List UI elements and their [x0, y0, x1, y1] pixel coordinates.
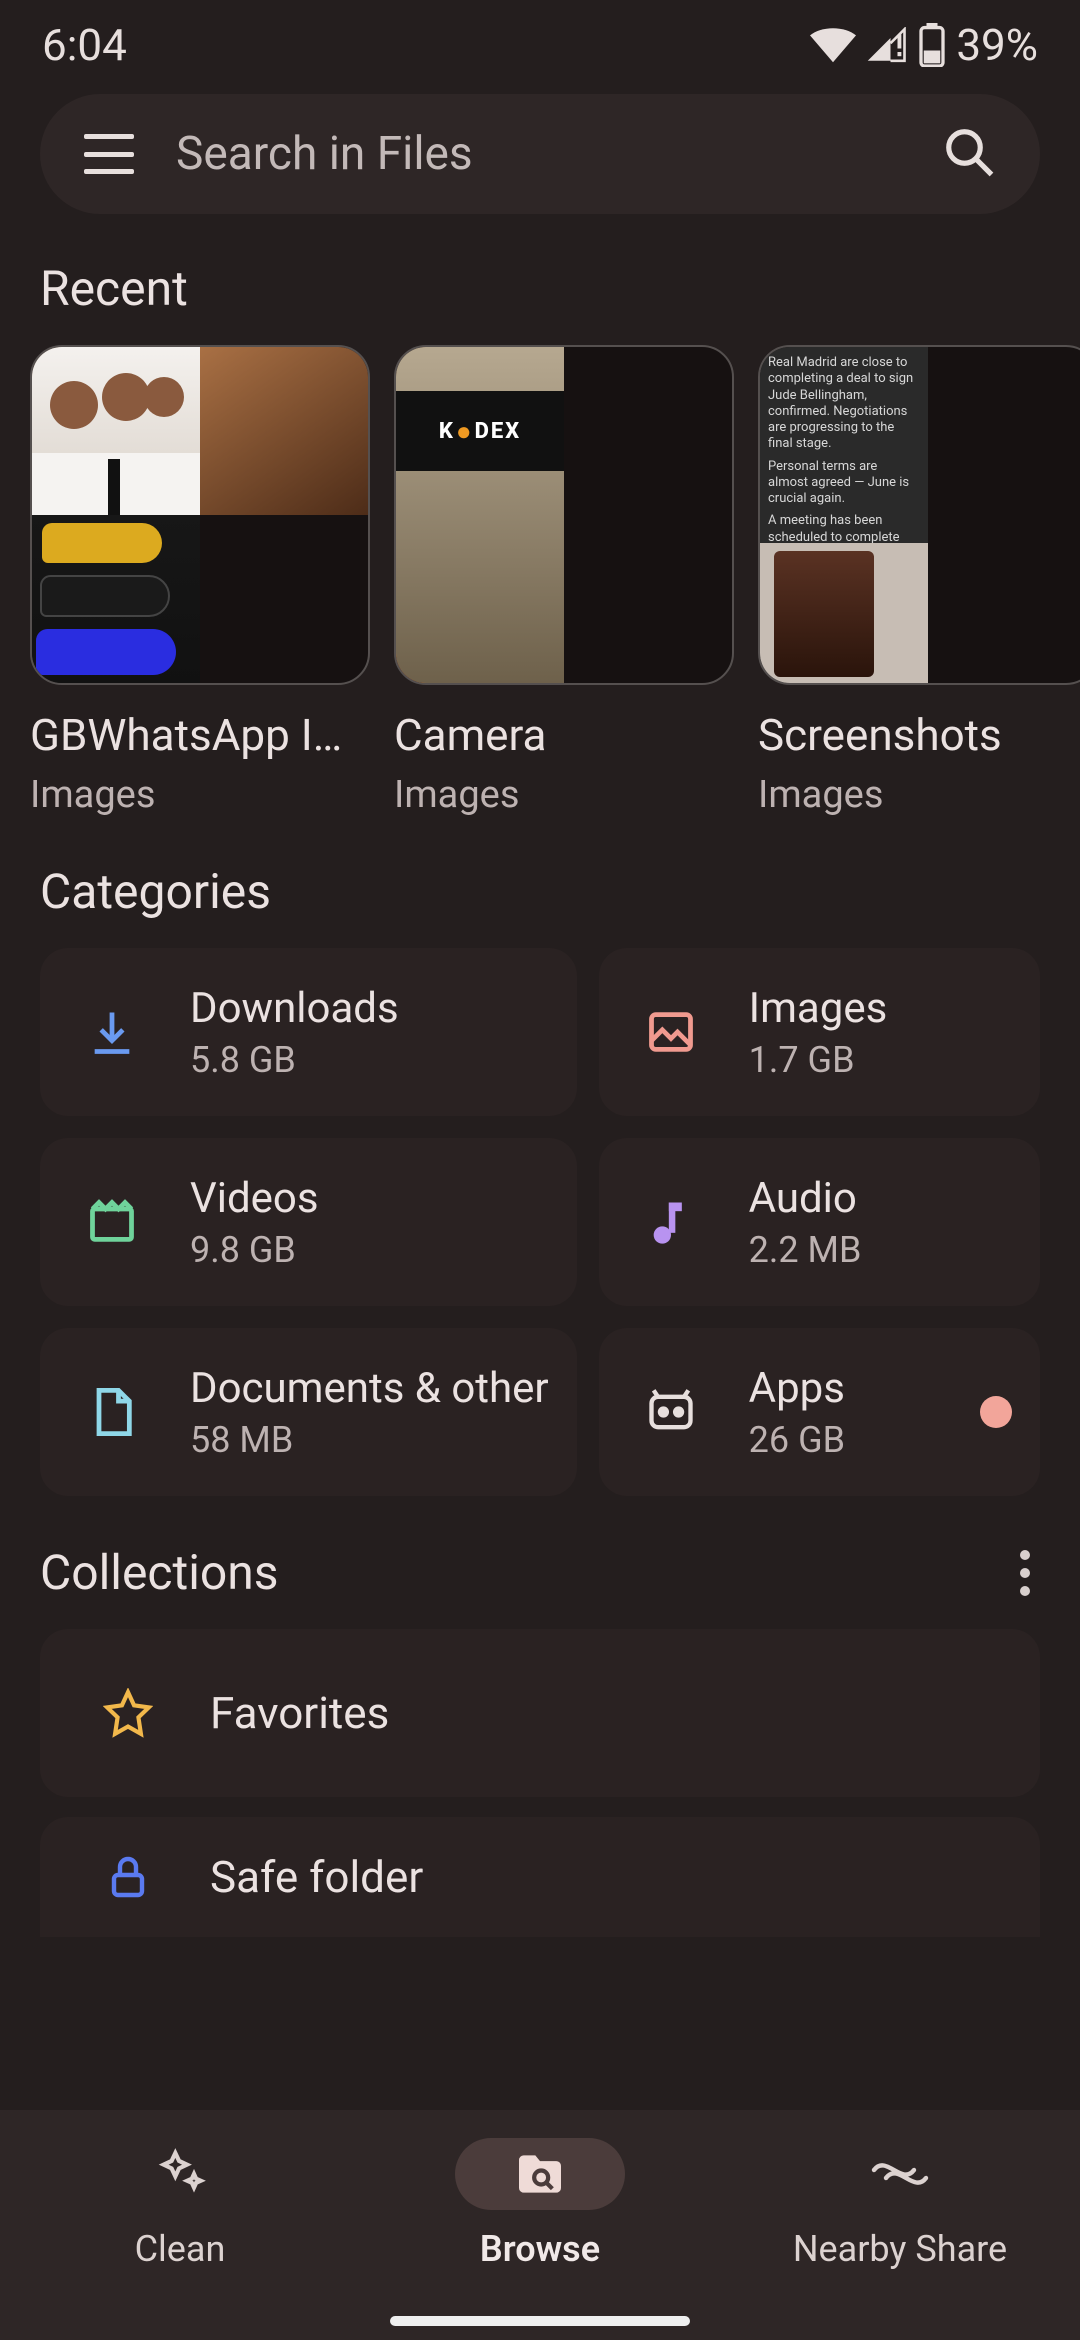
nav-browse[interactable]: Browse [360, 2110, 720, 2340]
recent-card-screenshots[interactable]: Real Madrid are close to completing a de… [758, 345, 1080, 817]
category-documents[interactable]: Documents & other 58 MB [40, 1328, 577, 1496]
recent-thumb: K●DEX [394, 345, 734, 685]
audio-icon [641, 1196, 701, 1248]
apps-icon [641, 1386, 701, 1438]
nav-label: Nearby Share [793, 2228, 1007, 2270]
categories-heading: Categories [0, 817, 1080, 938]
recent-title: Camera [394, 709, 734, 761]
recent-thumb: Real Madrid are close to completing a de… [758, 345, 1080, 685]
recent-title: GBWhatsApp Imag... [30, 709, 370, 761]
status-right: 39% [810, 19, 1038, 71]
notification-dot [980, 1396, 1012, 1428]
search-input[interactable]: Search in Files [176, 127, 942, 181]
document-icon [82, 1386, 142, 1438]
collection-title: Favorites [210, 1687, 389, 1739]
nav-label: Browse [480, 2228, 600, 2270]
wifi-icon [810, 27, 856, 63]
battery-icon [918, 23, 946, 67]
thumbnail-image [32, 347, 200, 515]
status-time: 6:04 [42, 19, 127, 71]
bottom-nav: Clean Browse Nearby Share [0, 2110, 1080, 2340]
collection-safe-folder[interactable]: Safe folder [40, 1817, 1040, 1937]
category-size: 5.8 GB [190, 1039, 549, 1081]
category-apps[interactable]: Apps 26 GB [599, 1328, 1040, 1496]
hamburger-icon[interactable] [84, 134, 134, 174]
category-size: 58 MB [190, 1419, 549, 1461]
category-size: 2.2 MB [749, 1229, 1012, 1271]
nav-label: Clean [135, 2228, 226, 2270]
nearby-icon [815, 2138, 985, 2210]
category-downloads[interactable]: Downloads 5.8 GB [40, 948, 577, 1116]
recent-thumb [30, 345, 370, 685]
category-title: Audio [749, 1174, 1012, 1223]
signal-icon [866, 27, 908, 63]
category-audio[interactable]: Audio 2.2 MB [599, 1138, 1040, 1306]
recent-subtitle: Images [394, 773, 734, 817]
sparkle-icon [95, 2138, 265, 2210]
folder-search-icon [455, 2138, 625, 2210]
thumbnail-image: Real Madrid are close to completing a de… [760, 347, 928, 683]
nav-nearby-share[interactable]: Nearby Share [720, 2110, 1080, 2340]
category-title: Downloads [190, 984, 549, 1033]
thumbnail-image: K●DEX [396, 347, 564, 683]
thumbnail-image [200, 347, 368, 515]
recent-subtitle: Images [30, 773, 370, 817]
star-icon [98, 1688, 158, 1738]
more-icon[interactable] [1020, 1550, 1030, 1596]
category-title: Videos [190, 1174, 549, 1223]
search-icon[interactable] [942, 125, 996, 183]
gesture-bar [390, 2316, 690, 2326]
recent-title: Screenshots [758, 709, 1080, 761]
collection-title: Safe folder [210, 1851, 423, 1903]
battery-percent: 39% [956, 19, 1038, 71]
lock-icon [98, 1853, 158, 1901]
categories-grid: Downloads 5.8 GB Images 1.7 GB Videos 9.… [0, 938, 1080, 1496]
video-icon [82, 1196, 142, 1248]
recent-heading: Recent [0, 214, 1080, 335]
recent-row: GBWhatsApp Imag... Images K●DEX Camera I… [0, 335, 1080, 817]
collection-favorites[interactable]: Favorites [40, 1629, 1040, 1797]
collections-heading: Collections [40, 1544, 279, 1601]
nav-clean[interactable]: Clean [0, 2110, 360, 2340]
category-size: 9.8 GB [190, 1229, 549, 1271]
thumbnail-image [32, 515, 200, 683]
recent-card-camera[interactable]: K●DEX Camera Images [394, 345, 734, 817]
recent-subtitle: Images [758, 773, 1080, 817]
status-bar: 6:04 39% [0, 0, 1080, 90]
category-size: 1.7 GB [749, 1039, 1012, 1081]
category-title: Images [749, 984, 1012, 1033]
collections-list: Favorites Safe folder [0, 1619, 1080, 1937]
category-title: Apps [749, 1364, 980, 1413]
category-title: Documents & other [190, 1364, 549, 1413]
recent-card-gbwhatsapp[interactable]: GBWhatsApp Imag... Images [30, 345, 370, 817]
category-size: 26 GB [749, 1419, 980, 1461]
thumbnail-image: Arsenal vs Chelsea Over 1.5 @ 2.50Arsena… [760, 683, 928, 685]
category-videos[interactable]: Videos 9.8 GB [40, 1138, 577, 1306]
download-icon [82, 1006, 142, 1058]
search-bar[interactable]: Search in Files [40, 94, 1040, 214]
category-images[interactable]: Images 1.7 GB [599, 948, 1040, 1116]
image-icon [641, 1006, 701, 1058]
